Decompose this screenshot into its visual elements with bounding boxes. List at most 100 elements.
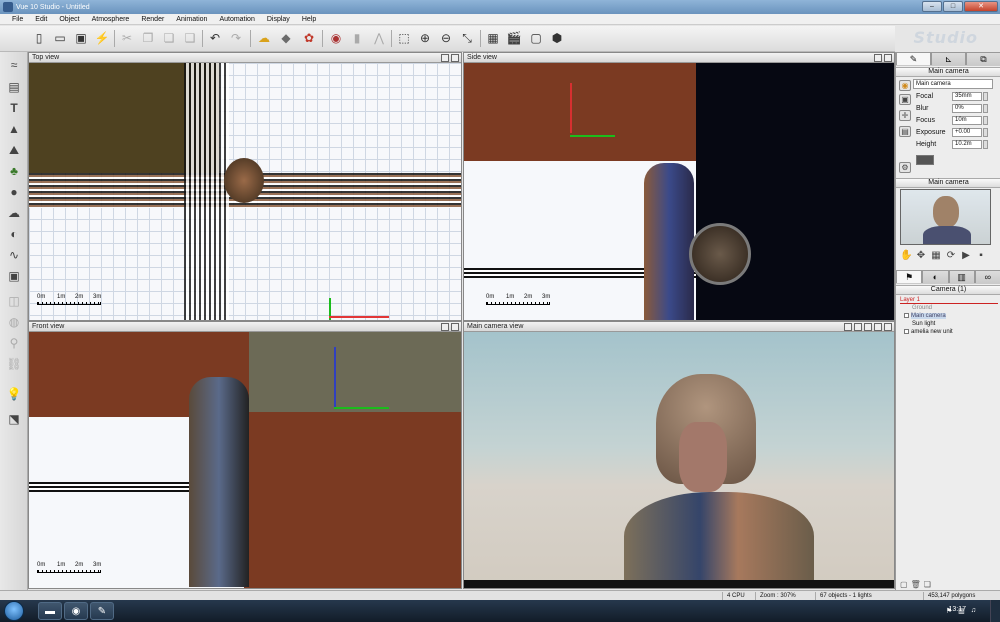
focal-field[interactable]: 35mm [952, 92, 982, 101]
blur-spinner[interactable] [983, 104, 988, 113]
mountain-icon[interactable]: ⛰ [4, 141, 24, 159]
tab-numerics[interactable]: ⊾ [931, 52, 966, 65]
camera-select[interactable]: Main camera [913, 79, 993, 89]
tab-links[interactable]: ∞ [974, 270, 1000, 283]
text-icon[interactable]: T [4, 99, 24, 117]
zoom-out-icon[interactable]: ⊖ [437, 29, 455, 47]
menu-file[interactable]: File [6, 16, 29, 23]
height-field[interactable]: 10.2m [952, 140, 982, 149]
camera-options-icon[interactable] [854, 323, 862, 331]
spline-icon[interactable]: ∿ [4, 246, 24, 264]
menu-render[interactable]: Render [135, 16, 170, 23]
film-icon[interactable]: ▤ [899, 126, 911, 137]
rotate-icon[interactable]: ⟳ [945, 250, 957, 262]
character-figure[interactable] [189, 377, 249, 587]
camera-manager-icon[interactable]: ⬢ [548, 29, 566, 47]
start-button[interactable] [4, 601, 24, 621]
maximize-view-icon[interactable] [884, 323, 892, 331]
delete-icon[interactable]: 🗑 [911, 580, 921, 589]
render-preview-icon[interactable] [874, 323, 882, 331]
maximize-view-icon[interactable] [441, 323, 449, 331]
boolean-icon[interactable]: ◫ [4, 292, 24, 310]
preview-icon[interactable]: ◉ [327, 29, 345, 47]
zoom-in-icon[interactable]: ⊕ [416, 29, 434, 47]
menu-edit[interactable]: Edit [29, 16, 53, 23]
layer-item[interactable]: Layer 1 [900, 296, 998, 304]
tab-layers[interactable]: ▥ [948, 270, 975, 283]
atmosphere-icon[interactable]: ☁ [255, 29, 273, 47]
view-options-icon[interactable] [451, 54, 459, 62]
metablob-icon[interactable]: ◍ [4, 313, 24, 331]
shield-object[interactable] [689, 223, 751, 285]
top-viewport[interactable]: Top view 0m 1m 2m 3m [28, 52, 462, 321]
play-icon[interactable]: ▶ [960, 250, 972, 262]
preview-quality-icon[interactable] [844, 323, 852, 331]
group-icon[interactable]: ⚲ [4, 334, 24, 352]
exposure-field[interactable]: +0.00 [952, 128, 982, 137]
sphere-icon[interactable]: ● [4, 183, 24, 201]
exposure-spinner[interactable] [983, 128, 988, 137]
cloud-icon[interactable]: ☁ [4, 204, 24, 222]
tree-item-main-camera[interactable]: Main camera [900, 312, 998, 320]
tab-aspect[interactable]: ✎ [896, 52, 931, 65]
menu-display[interactable]: Display [261, 16, 296, 23]
menu-animation[interactable]: Animation [170, 16, 213, 23]
menu-automation[interactable]: Automation [213, 16, 260, 23]
character-figure[interactable] [224, 158, 264, 203]
animation-icon[interactable]: 🎬 [505, 29, 523, 47]
focus-field[interactable]: 10m [952, 116, 982, 125]
display-icon[interactable] [864, 323, 872, 331]
clock[interactable]: 13:17 [948, 606, 966, 613]
cube-icon[interactable]: ▣ [4, 267, 24, 285]
light-icon[interactable]: 💡 [4, 385, 24, 403]
menu-help[interactable]: Help [296, 16, 322, 23]
water-plane-icon[interactable]: ≈ [4, 56, 24, 74]
terrain-icon[interactable]: ▤ [4, 78, 24, 96]
height-spinner[interactable] [983, 140, 988, 149]
copy-icon[interactable]: ❐ [139, 29, 157, 47]
close-button[interactable]: ✕ [964, 1, 998, 12]
frame-icon[interactable]: ▢ [527, 29, 545, 47]
paste-icon[interactable]: ❏ [160, 29, 178, 47]
render-area-icon[interactable]: ▦ [484, 29, 502, 47]
camera-viewport[interactable]: Main camera view [463, 321, 895, 589]
undo-icon[interactable]: ↶ [206, 29, 224, 47]
duplicate-layer-icon[interactable]: ❏ [924, 580, 931, 589]
tree-item-sun-light[interactable]: Sun light [900, 320, 998, 328]
focus-spinner[interactable] [983, 116, 988, 125]
material-icon[interactable]: ✿ [300, 29, 318, 47]
save-icon[interactable]: ▣ [72, 29, 90, 47]
character-figure[interactable] [644, 163, 694, 320]
rocks-icon[interactable]: ▲ [4, 120, 24, 138]
render-icon[interactable]: ⚡ [93, 29, 111, 47]
tree-item-amelia[interactable]: amelia new unit [900, 328, 998, 336]
drop-icon[interactable]: ⋀ [370, 29, 388, 47]
tree-item-ground[interactable]: Ground [900, 304, 998, 312]
tab-animation[interactable]: ⧉ [966, 52, 1000, 65]
object-icon[interactable]: ◆ [277, 29, 295, 47]
planet-icon[interactable]: ◐ [4, 225, 24, 243]
front-viewport[interactable]: Front view 0m 1m 2m 3m [28, 321, 462, 589]
blur-field[interactable]: 0% [952, 104, 982, 113]
move-icon[interactable]: ✥ [915, 250, 927, 262]
settings-icon[interactable]: ⚙ [899, 162, 911, 173]
maximize-view-icon[interactable] [874, 54, 882, 62]
explorer-icon[interactable]: ▬ [38, 602, 62, 620]
fit-icon[interactable]: ⤡ [458, 29, 476, 47]
duplicate-icon[interactable]: ❑ [181, 29, 199, 47]
view-options-icon[interactable] [451, 323, 459, 331]
chrome-icon[interactable]: ◉ [64, 602, 88, 620]
new-layer-icon[interactable]: ▢ [900, 580, 908, 589]
camera-icon[interactable]: ◉ [899, 80, 911, 91]
align-icon[interactable]: ▮ [348, 29, 366, 47]
redo-icon[interactable]: ↷ [227, 29, 245, 47]
show-desktop-button[interactable] [990, 600, 1000, 622]
camera-preview-thumbnail[interactable] [900, 189, 991, 245]
volume-icon[interactable]: ♫ [971, 607, 976, 615]
focal-spinner[interactable] [983, 92, 988, 101]
side-viewport[interactable]: Side view 0m 1m 2m 3m [463, 52, 895, 321]
menu-object[interactable]: Object [53, 16, 85, 23]
target-icon[interactable]: ✛ [899, 110, 911, 121]
lens-icon[interactable]: ▣ [899, 94, 911, 105]
vue-task-icon[interactable]: ✎ [90, 602, 114, 620]
